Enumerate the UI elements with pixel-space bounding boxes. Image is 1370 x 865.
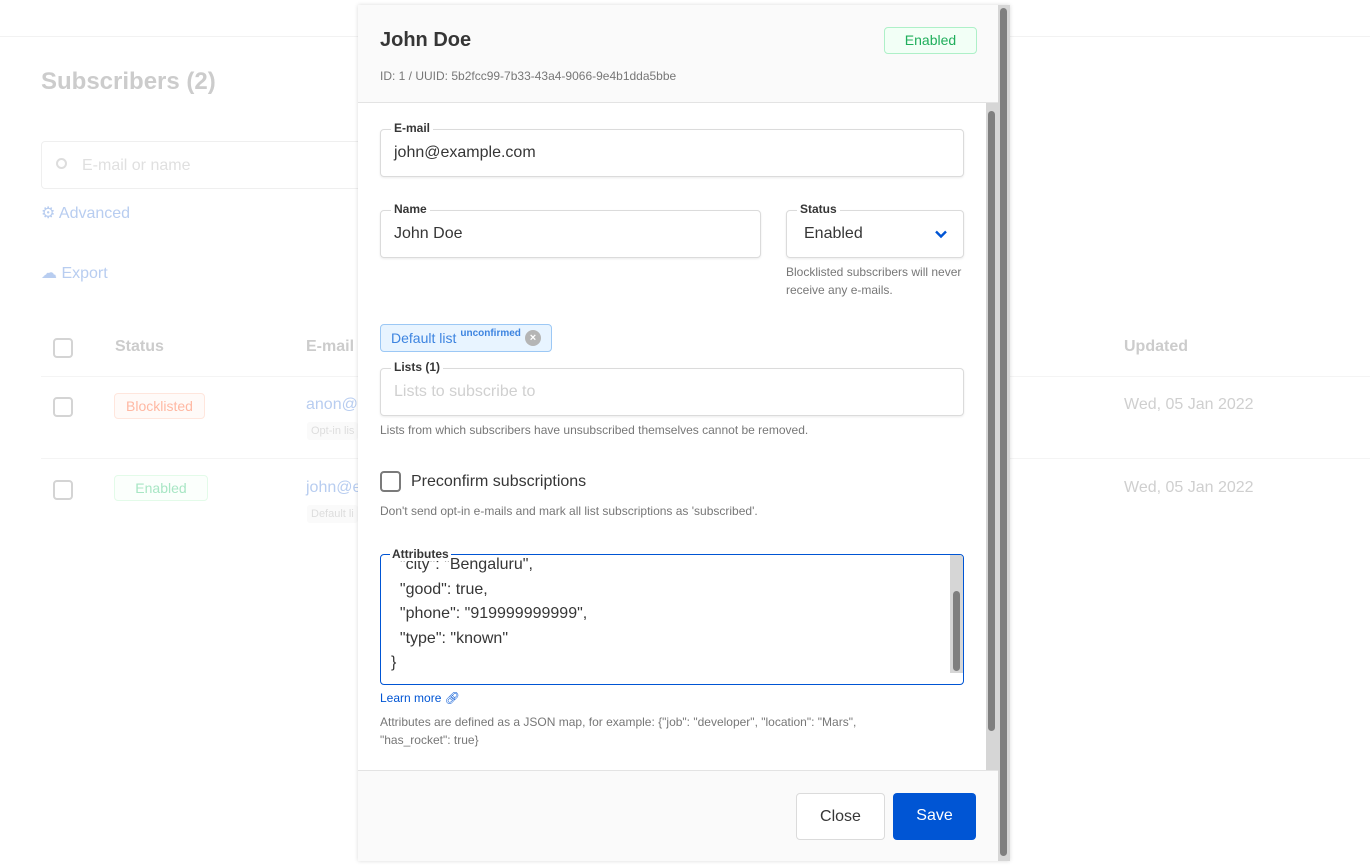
textarea-scrollbar-thumb[interactable] — [953, 591, 960, 671]
updated-cell: Wed, 05 Jan 2022 — [1124, 396, 1254, 413]
name-label: Name — [391, 202, 430, 216]
column-status[interactable]: Status — [115, 338, 164, 356]
row-checkbox[interactable] — [53, 480, 73, 500]
attributes-value: "city": "Bengaluru", "good": true, "phon… — [391, 556, 588, 671]
column-updated[interactable]: Updated — [1124, 338, 1188, 356]
subscriber-modal: John Doe ID: 1 / UUID: 5b2fcc99-7b33-43a… — [358, 5, 1010, 861]
learn-more-label: Learn more — [380, 691, 442, 705]
search-icon — [56, 158, 67, 169]
lists-help: Lists from which subscribers have unsubs… — [380, 423, 809, 437]
name-field[interactable]: Name John Doe — [380, 202, 761, 258]
email-value: john@example.com — [394, 144, 536, 161]
lists-placeholder: Lists to subscribe to — [394, 383, 536, 400]
modal-header: John Doe ID: 1 / UUID: 5b2fcc99-7b33-43a… — [358, 5, 998, 103]
email-label: E-mail — [391, 121, 434, 135]
list-chip: Default list unconfirmed × — [380, 324, 552, 352]
attributes-label: Attributes — [390, 547, 451, 561]
modal-body-scrollbar-thumb[interactable] — [988, 111, 995, 731]
export-link[interactable]: ☁ Export — [41, 263, 108, 283]
status-help: Blocklisted subscribers will never recei… — [786, 265, 962, 297]
email-field[interactable]: E-mail john@example.com — [380, 121, 964, 177]
preconfirm-label[interactable]: Preconfirm subscriptions — [411, 473, 586, 491]
status-badge: Enabled — [884, 27, 977, 54]
search-placeholder: E-mail or name — [82, 157, 191, 174]
attributes-textarea[interactable]: "city": "Bengaluru", "good": true, "phon… — [380, 554, 964, 685]
email-link[interactable]: john@e — [306, 479, 361, 497]
list-tag: Default li — [307, 505, 358, 523]
textarea-scrollbar[interactable] — [950, 555, 963, 673]
attributes-help: Attributes are defined as a JSON map, fo… — [380, 715, 857, 747]
status-badge: Blocklisted — [114, 393, 205, 419]
search-input[interactable]: E-mail or name — [41, 141, 371, 189]
save-button[interactable]: Save — [893, 793, 976, 840]
list-chip-label: Default list — [391, 330, 457, 346]
status-value: Enabled — [804, 225, 863, 242]
list-tag: Opt-in lis — [307, 422, 359, 440]
email-link[interactable]: anon@ — [306, 396, 358, 414]
close-button[interactable]: Close — [796, 793, 885, 840]
modal-body-scrollbar[interactable] — [986, 103, 998, 770]
name-value: John Doe — [394, 225, 463, 242]
lists-input[interactable]: Lists (1) Lists to subscribe to — [380, 360, 964, 416]
advanced-link[interactable]: ⚙ Advanced — [41, 203, 130, 223]
updated-cell: Wed, 05 Jan 2022 — [1124, 479, 1254, 496]
modal-scrollbar[interactable] — [998, 5, 1010, 861]
list-chip-status: unconfirmed — [460, 328, 521, 339]
status-label: Status — [797, 202, 840, 216]
select-all-checkbox[interactable] — [53, 338, 73, 358]
remove-list-icon[interactable]: × — [524, 330, 541, 346]
advanced-label: Advanced — [58, 205, 131, 222]
column-email[interactable]: E-mail — [306, 338, 354, 356]
subscriber-id: ID: 1 / UUID: 5b2fcc99-7b33-43a4-9066-9e… — [380, 69, 677, 83]
export-label: Export — [61, 265, 108, 282]
lists-label: Lists (1) — [391, 360, 444, 374]
status-select[interactable]: Status Enabled — [786, 202, 964, 258]
learn-more-link[interactable]: Learn more 🔗︎ — [380, 691, 460, 705]
modal-footer: Close Save — [358, 770, 998, 861]
link-icon: 🔗︎ — [444, 691, 460, 705]
preconfirm-checkbox[interactable] — [380, 471, 401, 492]
page-title: Subscribers (2) — [41, 68, 216, 95]
chevron-down-icon — [935, 230, 947, 239]
row-checkbox[interactable] — [53, 397, 73, 417]
status-badge: Enabled — [114, 475, 208, 501]
subscriber-name: John Doe — [380, 29, 472, 51]
preconfirm-help: Don't send opt-in e-mails and mark all l… — [380, 504, 758, 518]
modal-scrollbar-thumb[interactable] — [1000, 8, 1007, 856]
